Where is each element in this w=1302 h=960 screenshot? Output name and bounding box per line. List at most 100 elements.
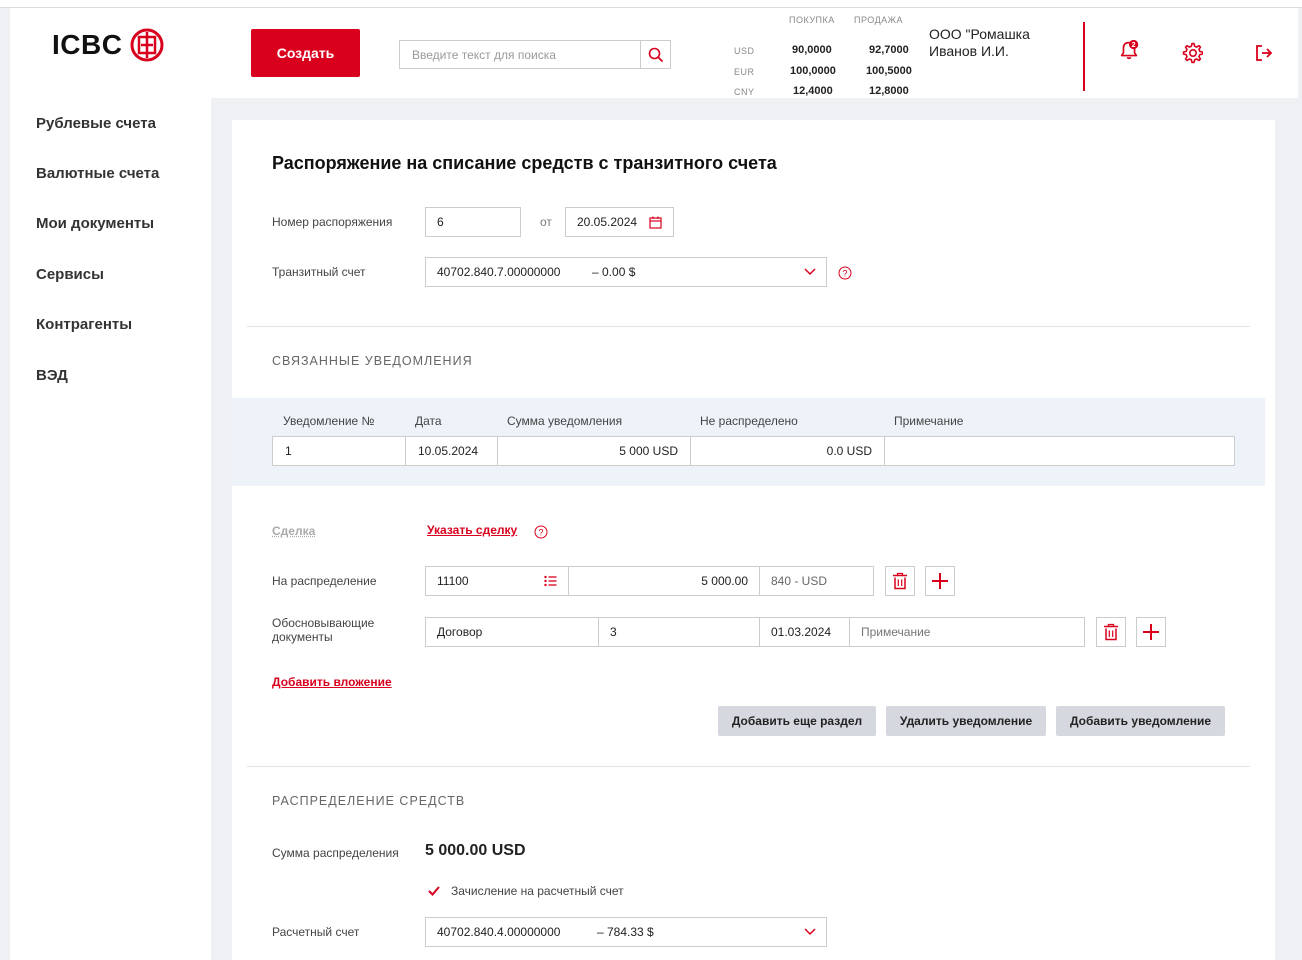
transit-account-balance: – 0.00 $ bbox=[592, 265, 636, 279]
transit-account-select[interactable]: 40702.840.7.00000000 – 0.00 $ bbox=[425, 257, 827, 287]
notifications-button[interactable]: 2 bbox=[1117, 38, 1141, 62]
transit-account-label: Транзитный счет bbox=[272, 265, 366, 279]
logo[interactable]: ICBC bbox=[52, 28, 164, 62]
trash-icon bbox=[893, 572, 907, 590]
chevron-down-icon bbox=[804, 928, 816, 936]
add-document-button[interactable] bbox=[1136, 617, 1166, 647]
bell-icon: 2 bbox=[1120, 39, 1139, 60]
settlement-account-balance: – 784.33 $ bbox=[597, 925, 654, 939]
rate-currency: CNY bbox=[734, 87, 755, 97]
rate-buy: 12,4000 bbox=[793, 85, 833, 97]
main-form: Распоряжение на списание средств с транз… bbox=[232, 120, 1275, 960]
col-header-number: Уведомление № bbox=[283, 414, 375, 428]
transit-account-number: 40702.840.7.00000000 bbox=[437, 265, 561, 279]
page-title: Распоряжение на списание средств с транз… bbox=[272, 153, 777, 173]
sidebar-item-my-documents[interactable]: Мои документы bbox=[36, 215, 154, 232]
settlement-account-label: Расчетный счет bbox=[272, 925, 360, 939]
credit-checkbox-label[interactable]: Зачисление на расчетный счет bbox=[451, 884, 624, 898]
linked-notifications-title: СВЯЗАННЫЕ УВЕДОМЛЕНИЯ bbox=[272, 354, 473, 368]
notifications-table: Уведомление № Дата Сумма уведомления Не … bbox=[232, 398, 1265, 486]
create-button[interactable]: Создать bbox=[251, 29, 360, 77]
search-button[interactable] bbox=[640, 41, 670, 68]
svg-text:?: ? bbox=[538, 528, 543, 538]
rate-buy: 90,0000 bbox=[792, 44, 832, 56]
distribution-section-title: РАСПРЕДЕЛЕНИЕ СРЕДСТВ bbox=[272, 794, 466, 808]
settings-button[interactable] bbox=[1180, 41, 1204, 65]
help-icon[interactable]: ? bbox=[534, 525, 548, 539]
add-distribution-button[interactable] bbox=[925, 566, 955, 596]
header: ICBC Создать ПОКУПКА ПРОДАЖА USD 90,0000… bbox=[10, 8, 1298, 98]
sidebar-item-services[interactable]: Сервисы bbox=[36, 266, 104, 283]
add-notification-button[interactable]: Добавить уведомление bbox=[1056, 706, 1225, 736]
order-number-label: Номер распоряжения bbox=[272, 215, 393, 229]
deal-label: Сделка bbox=[272, 524, 316, 538]
distribution-amount-field[interactable]: 5 000.00 bbox=[568, 566, 760, 596]
top-strip bbox=[0, 0, 1302, 8]
add-section-button[interactable]: Добавить еще раздел bbox=[718, 706, 876, 736]
rate-currency: EUR bbox=[734, 67, 755, 77]
col-header-undistributed: Не распределено bbox=[700, 414, 798, 428]
sidebar-item-counterparties[interactable]: Контрагенты bbox=[36, 316, 132, 333]
delete-distribution-button[interactable] bbox=[885, 566, 915, 596]
notification-amount-cell[interactable]: 5 000 USD bbox=[497, 436, 691, 466]
search-box bbox=[399, 40, 671, 69]
logout-icon bbox=[1256, 45, 1273, 61]
distribution-currency-field[interactable]: 840 - USD bbox=[759, 566, 874, 596]
notification-count: 2 bbox=[1132, 40, 1136, 49]
gear-icon bbox=[1182, 42, 1203, 64]
divider bbox=[247, 326, 1250, 327]
search-input[interactable] bbox=[400, 41, 640, 68]
chevron-down-icon bbox=[804, 268, 816, 276]
sidebar-item-ruble-accounts[interactable]: Рублевые счета bbox=[36, 115, 156, 132]
distribution-code-field[interactable]: 11100 bbox=[425, 566, 569, 596]
docs-label: Обосновывающие документы bbox=[272, 616, 375, 644]
icbc-logo-icon bbox=[130, 28, 164, 62]
delete-document-button[interactable] bbox=[1096, 617, 1126, 647]
help-icon[interactable]: ? bbox=[838, 266, 852, 280]
col-header-note: Примечание bbox=[894, 414, 964, 428]
organization-info[interactable]: ООО "Ромашка Иванов И.И. bbox=[929, 26, 1030, 60]
distribution-code-value: 11100 bbox=[437, 574, 469, 588]
doc-date-field[interactable]: 01.03.2024 bbox=[759, 617, 850, 647]
rates-sell-header: ПРОДАЖА bbox=[854, 15, 903, 25]
doc-note-field[interactable] bbox=[849, 617, 1085, 647]
plus-icon bbox=[932, 573, 948, 589]
sidebar: Рублевые счета Валютные счета Мои докуме… bbox=[10, 98, 211, 960]
notification-number-cell[interactable]: 1 bbox=[272, 436, 406, 466]
calendar-icon[interactable] bbox=[649, 216, 662, 229]
add-attachment-link[interactable]: Добавить вложение bbox=[272, 675, 392, 689]
order-date-value: 20.05.2024 bbox=[577, 215, 638, 229]
delete-notification-button[interactable]: Удалить уведомление bbox=[886, 706, 1046, 736]
doc-number-field[interactable]: 3 bbox=[598, 617, 760, 647]
settlement-account-select[interactable]: 40702.840.4.00000000 – 784.33 $ bbox=[425, 917, 827, 947]
trash-icon bbox=[1104, 623, 1118, 641]
plus-icon bbox=[1143, 624, 1159, 640]
order-date-field[interactable]: 20.05.2024 bbox=[565, 207, 674, 237]
rate-sell: 100,5000 bbox=[866, 65, 912, 77]
specify-deal-link[interactable]: Указать сделку bbox=[427, 523, 517, 537]
doc-type-field[interactable]: Договор bbox=[425, 617, 599, 647]
sidebar-item-ved[interactable]: ВЭД bbox=[36, 367, 68, 384]
col-header-date: Дата bbox=[415, 414, 442, 428]
rate-sell: 12,8000 bbox=[869, 85, 909, 97]
notification-date-cell[interactable]: 10.05.2024 bbox=[405, 436, 498, 466]
rate-sell: 92,7000 bbox=[869, 44, 909, 56]
user-name: Иванов И.И. bbox=[929, 43, 1009, 59]
notification-undistributed-cell[interactable]: 0.0 USD bbox=[690, 436, 885, 466]
sidebar-item-currency-accounts[interactable]: Валютные счета bbox=[36, 165, 159, 182]
sum-label: Сумма распределения bbox=[272, 846, 399, 860]
doc-note-input[interactable] bbox=[861, 625, 1073, 639]
from-label: от bbox=[540, 215, 552, 229]
rates-buy-header: ПОКУПКА bbox=[789, 15, 835, 25]
distribution-label: На распределение bbox=[272, 574, 377, 588]
notification-note-cell[interactable] bbox=[884, 436, 1235, 466]
list-icon[interactable] bbox=[544, 575, 557, 587]
order-number-field[interactable]: 6 bbox=[425, 207, 521, 237]
checkbox-checked-icon[interactable] bbox=[427, 884, 441, 898]
rate-currency: USD bbox=[734, 46, 755, 56]
sum-value: 5 000.00 USD bbox=[425, 842, 526, 859]
logout-button[interactable] bbox=[1252, 41, 1276, 65]
search-icon bbox=[648, 47, 663, 62]
svg-text:?: ? bbox=[842, 269, 847, 279]
col-header-amount: Сумма уведомления bbox=[507, 414, 623, 428]
